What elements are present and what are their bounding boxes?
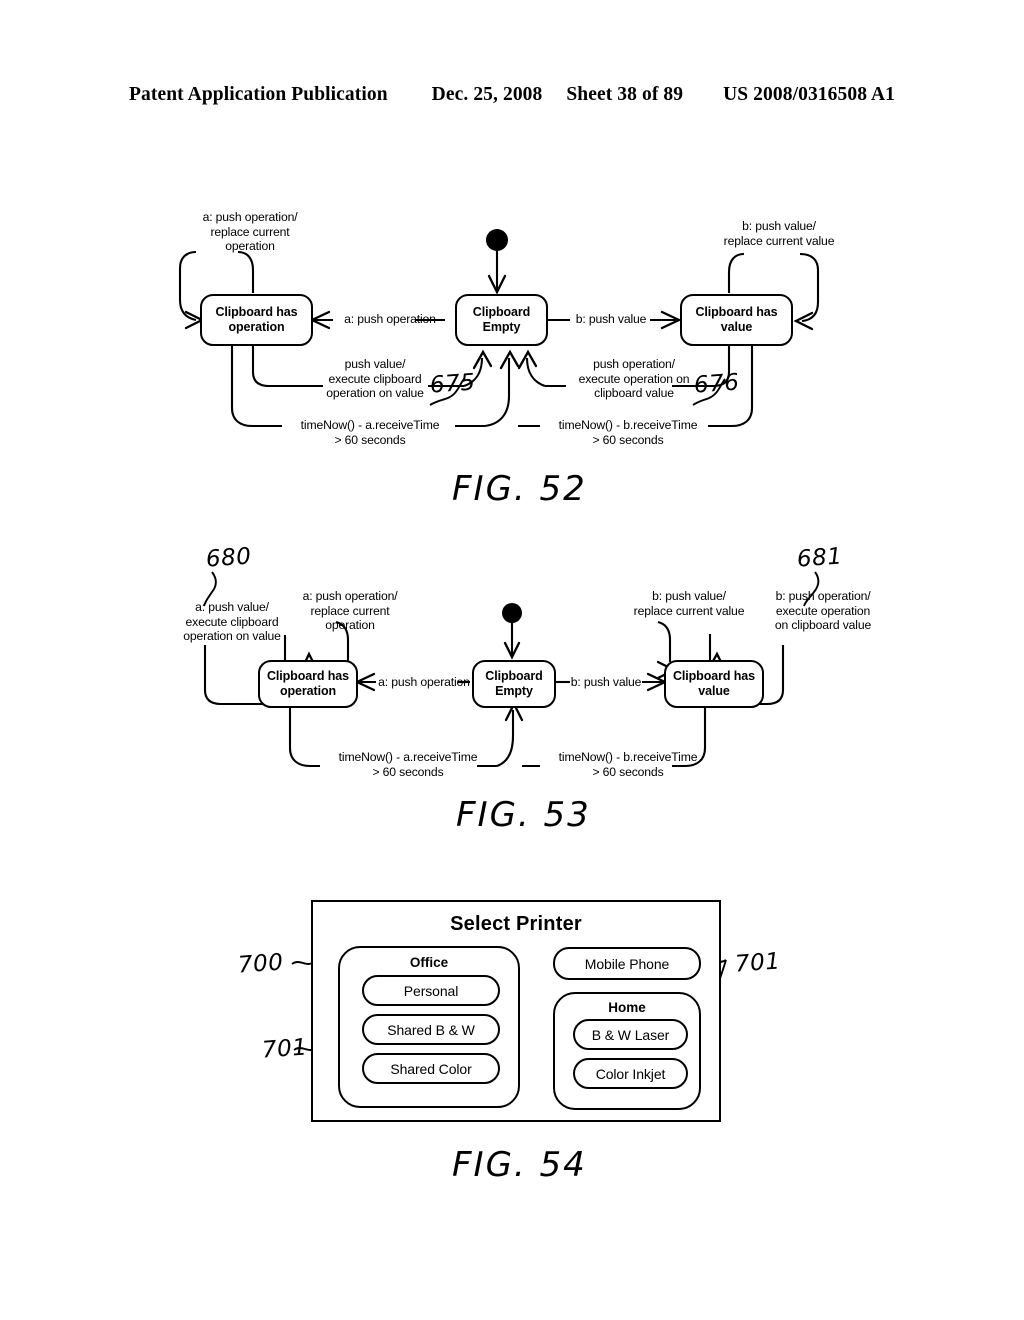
- printer-option-shared-bw[interactable]: Shared B & W: [362, 1014, 500, 1045]
- group-title-home: Home: [608, 1000, 646, 1015]
- printer-option-mobile-phone[interactable]: Mobile Phone: [553, 947, 701, 980]
- printer-option-shared-color[interactable]: Shared Color: [362, 1053, 500, 1084]
- dialog-title: Select Printer: [450, 913, 582, 935]
- select-printer-dialog: Select Printer Office Personal Shared B …: [311, 900, 721, 1122]
- printer-group-office: Office Personal Shared B & W Shared Colo…: [338, 946, 520, 1108]
- figure-54-connectors: [291, 959, 727, 1063]
- reference-number-701-left: 701: [261, 1034, 309, 1064]
- group-title-office: Office: [409, 955, 449, 970]
- reference-number-700: 700: [237, 949, 285, 979]
- reference-number-701-right: 701: [734, 948, 782, 978]
- printer-option-personal[interactable]: Personal: [362, 975, 500, 1006]
- figure-label-54: FIG. 54: [452, 1145, 587, 1185]
- printer-group-home: Home B & W Laser Color Inkjet: [553, 992, 701, 1110]
- printer-option-bw-laser[interactable]: B & W Laser: [573, 1019, 688, 1050]
- printer-option-color-inkjet[interactable]: Color Inkjet: [573, 1058, 688, 1089]
- figure-54: Select Printer Office Personal Shared B …: [0, 0, 1024, 1320]
